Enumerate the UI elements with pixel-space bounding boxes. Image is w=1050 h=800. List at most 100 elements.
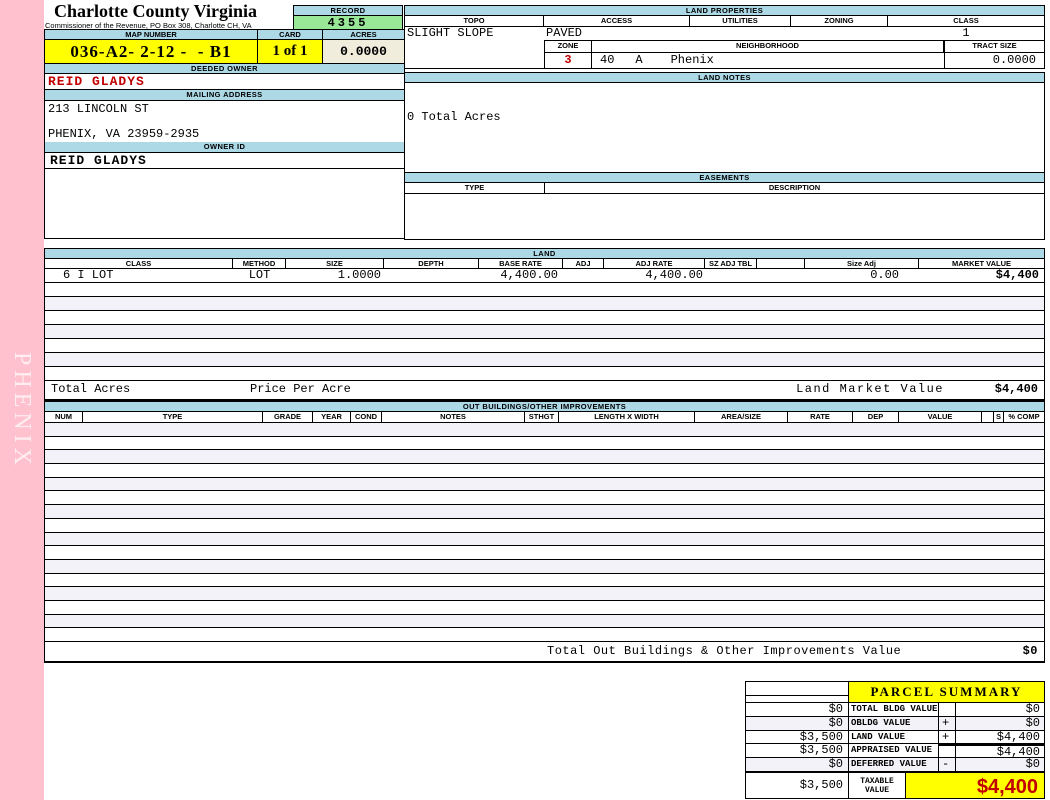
neighborhood-value: 40 A Phenix	[592, 53, 944, 68]
out-buildings-header-cell: COND	[351, 412, 382, 422]
land-title: LAND	[45, 249, 1044, 259]
parcel-row-operator	[939, 703, 956, 717]
land-notes-section: LAND NOTES 0 Total Acres	[404, 72, 1045, 173]
land-properties-header-cell: CLASS	[953, 16, 979, 25]
deeded-owner-label: DEEDED OWNER	[45, 64, 404, 74]
out-buildings-empty-row	[45, 437, 1044, 451]
land-header-cell: MARKET VALUE	[951, 259, 1012, 268]
out-buildings-section: OUT BUILDINGS/OTHER IMPROVEMENTS NUM TYPE…	[44, 400, 1045, 663]
parcel-left-value: $0	[746, 758, 849, 772]
out-buildings-header-cell: % COMP	[1008, 412, 1040, 421]
price-per-acre-label: Price Per Acre	[250, 382, 351, 396]
parcel-summary-corner	[746, 682, 849, 703]
out-buildings-title: OUT BUILDINGS/OTHER IMPROVEMENTS	[45, 402, 1044, 412]
out-buildings-empty-rows	[45, 423, 1044, 642]
record-label: RECORD	[294, 6, 402, 16]
neighborhood-part: A	[635, 53, 643, 67]
land-properties-value-cell: 1	[962, 26, 970, 40]
parcel-row-value: $0	[956, 716, 1044, 731]
card-value[interactable]: 1 of 1	[258, 40, 323, 63]
land-properties-section: LAND PROPERTIES TOPO ACCESS UTILITIES ZONIN…	[404, 5, 1045, 69]
zone-label: ZONE	[545, 41, 592, 52]
parcel-summary-grid: PARCEL SUMMARY $0 TOTAL BLDG VALUE $0 $0 OBL…	[746, 682, 1044, 772]
map-number-value[interactable]: 036-A2- 2-12 - - B1	[45, 40, 258, 63]
land-properties-header-cell: ACCESS	[544, 16, 690, 26]
land-data-cell	[384, 269, 479, 282]
out-buildings-header-cell: NUM	[45, 412, 83, 422]
land-data-cell	[705, 269, 757, 282]
owner-id-value: REID GLADYS	[45, 153, 404, 169]
land-header-cell: METHOD	[233, 259, 286, 268]
out-buildings-header-cell: NOTES	[382, 412, 525, 422]
easements-title: EASEMENTS	[405, 173, 1044, 183]
mailing-address-label: MAILING ADDRESS	[45, 90, 404, 101]
land-properties-value-cell	[791, 27, 888, 40]
out-buildings-empty-row	[45, 559, 1044, 574]
parcel-left-value: $0	[746, 716, 849, 731]
card-content: Charlotte County Virginia Commissioner o…	[44, 0, 1050, 800]
out-buildings-header-cell: VALUE	[899, 412, 982, 422]
address-line-2: PHENIX, VA 23959-2935	[48, 127, 200, 141]
out-buildings-total-value: $0	[1022, 644, 1038, 658]
parcel-row-label: DEFERRED VALUE	[849, 758, 939, 772]
parcel-left-value: $0	[746, 703, 849, 717]
zone-value-row: 3 40 A Phenix 0.0000	[545, 53, 1044, 68]
taxable-value: $4,400	[906, 772, 1044, 798]
out-buildings-header-cell: YEAR	[313, 412, 351, 422]
zone-table: ZONE NEIGHBORHOOD TRACT SIZE 3 40 A Phenix…	[544, 40, 1044, 68]
out-buildings-empty-row	[45, 574, 1044, 588]
out-buildings-header-cell: RATE	[788, 412, 853, 422]
parcel-row-operator: +	[939, 716, 956, 731]
land-empty-row	[45, 339, 1044, 353]
out-buildings-header-cell: S	[994, 412, 1004, 422]
zone-header-row: ZONE NEIGHBORHOOD TRACT SIZE	[545, 41, 1044, 53]
land-properties-header-cell: TOPO	[405, 16, 544, 26]
land-data-cell: 4,400.00	[645, 268, 703, 282]
land-data-cell: 0.00	[870, 268, 899, 282]
land-header-cell: ADJ RATE	[604, 259, 705, 268]
out-buildings-empty-row	[45, 546, 1044, 560]
land-empty-row	[45, 283, 1044, 297]
land-market-value: $4,400	[994, 382, 1038, 396]
out-buildings-empty-row	[45, 505, 1044, 519]
county-title: Charlotte County Virginia	[54, 1, 258, 21]
out-buildings-empty-row	[45, 532, 1044, 547]
map-header-row: MAP NUMBER CARD ACRES	[45, 30, 404, 40]
land-data-row: 6 I LOT LOT 1.0000 4,400.00 4,400.00 0.00 $4,4…	[45, 269, 1044, 283]
acres-value[interactable]: 0.0000	[323, 40, 404, 63]
easements-section: EASEMENTS TYPE DESCRIPTION	[404, 172, 1045, 240]
parcel-row-label: APPRAISED VALUE	[849, 744, 939, 759]
map-value-row: 036-A2- 2-12 - - B1 1 of 1 0.0000	[45, 40, 404, 64]
parcel-summary-title: PARCEL SUMMARY	[849, 682, 1044, 703]
out-buildings-total-row: Total Out Buildings & Other Improvements…	[45, 642, 1044, 661]
parcel-row-operator: +	[939, 730, 956, 745]
land-empty-row	[45, 367, 1044, 381]
land-properties-header-row: TOPO ACCESS UTILITIES ZONING CLASS	[405, 16, 1044, 27]
land-properties-header-cell: ZONING	[791, 16, 888, 26]
taxable-value-row: $3,500 TAXABLE VALUE $4,400	[746, 771, 1044, 798]
land-data-cell: $4,400	[995, 268, 1039, 282]
zone-value: 3	[545, 53, 592, 68]
land-properties-value-cell: PAVED	[546, 26, 583, 40]
parcel-left-value: $3,500	[746, 744, 849, 759]
land-data-cell	[757, 269, 805, 282]
neighborhood-part: Phenix	[670, 53, 714, 67]
parcel-row-value: $4,400	[956, 744, 1044, 759]
land-notes-title: LAND NOTES	[405, 73, 1044, 83]
out-buildings-header-cell: DEP	[853, 412, 899, 422]
parcel-row-value: $4,400	[956, 731, 1044, 745]
acres-label: ACRES	[350, 30, 377, 39]
out-buildings-empty-row	[45, 464, 1044, 478]
district-watermark: PHENIX	[9, 352, 35, 470]
land-notes-text: 0 Total Acres	[407, 110, 501, 124]
land-header-cell: DEPTH	[384, 259, 479, 268]
parcel-row-value: $0	[956, 758, 1044, 772]
parcel-row-value: $0	[956, 703, 1044, 717]
easements-header-row: TYPE DESCRIPTION	[405, 183, 1044, 194]
land-header-cell: SIZE	[286, 259, 384, 268]
land-data-cell: 4,400.00	[500, 268, 558, 282]
tract-size-label: TRACT SIZE	[944, 41, 1044, 52]
out-buildings-empty-row	[45, 491, 1044, 506]
taxable-left-value: $3,500	[746, 772, 849, 798]
out-buildings-empty-row	[45, 587, 1044, 601]
